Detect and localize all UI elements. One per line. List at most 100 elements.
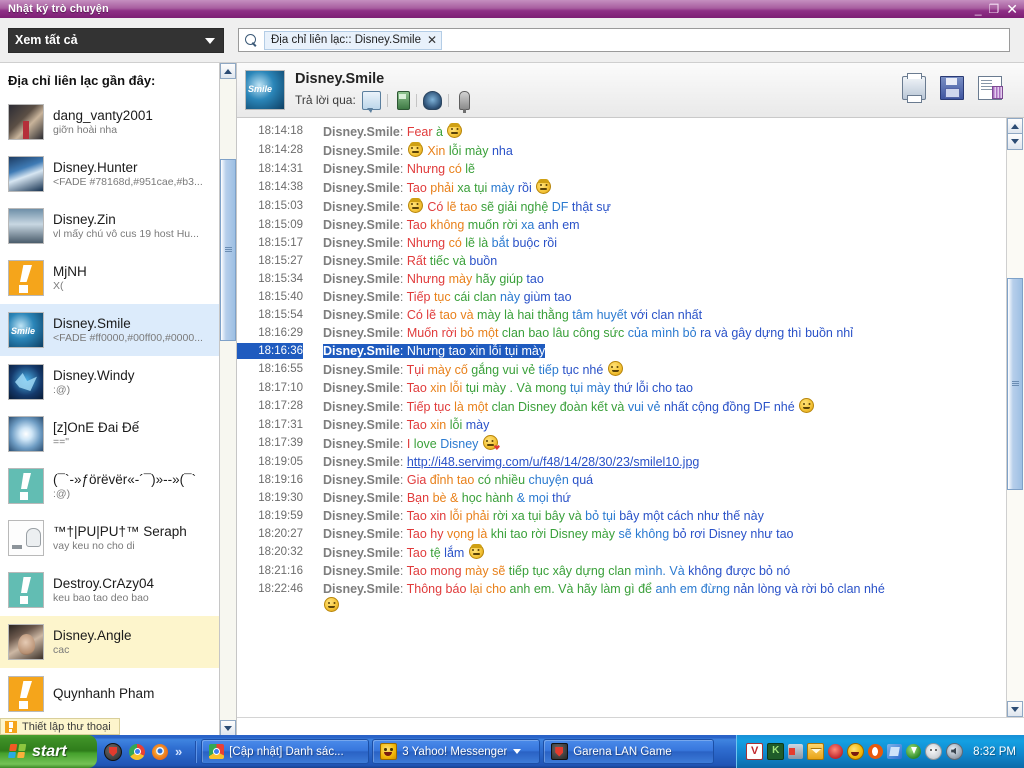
- message-row[interactable]: 18:16:36 Disney.Smile: Nhưng tao xin lỗi …: [237, 342, 1024, 360]
- message-link[interactable]: http://i48.servimg.com/u/f48/14/28/30/23…: [407, 455, 700, 469]
- scroll-up-button[interactable]: [1007, 118, 1023, 134]
- taskbar-button[interactable]: Garena LAN Game: [543, 739, 715, 764]
- message-row[interactable]: 18:20:32 Disney.Smile: Tao tệ lắm: [237, 543, 1024, 562]
- contact-list-item[interactable]: dang_vanty2001 giỡn hoài nha: [0, 96, 236, 148]
- garena-icon[interactable]: [104, 742, 122, 761]
- contacts-sidebar: Địa chỉ liên lạc gần đây: dang_vanty2001…: [0, 63, 237, 735]
- save-icon[interactable]: [940, 76, 964, 100]
- contact-list-item[interactable]: MjNH X(: [0, 252, 236, 304]
- contact-list-item[interactable]: Quynhanh Pham: [0, 668, 236, 720]
- contact-list-item[interactable]: Disney.Hunter <FADE #78168d,#951cae,#b3..…: [0, 148, 236, 200]
- yahoo-icon[interactable]: [847, 743, 865, 760]
- message-scrollbar[interactable]: [1006, 118, 1024, 717]
- clock[interactable]: 8:32 PM: [973, 746, 1016, 758]
- message-text: và: [611, 400, 628, 414]
- chrome-icon[interactable]: [129, 743, 145, 760]
- contact-list-item[interactable]: [z]OnE Đai Đế ==": [0, 408, 236, 460]
- message-timestamp: 18:14:31: [258, 163, 303, 175]
- windows-icon[interactable]: [887, 744, 903, 759]
- scroll-up-button-secondary[interactable]: [1007, 134, 1023, 150]
- contact-list-item[interactable]: (¯`-»ƒörëvër«-´¯)»--»(¯`:@): [0, 460, 236, 512]
- message-icon[interactable]: [361, 90, 381, 113]
- sidebar-scrollbar[interactable]: [219, 63, 236, 735]
- message-text: giúp: [499, 272, 527, 286]
- close-icon[interactable]: ✕: [1006, 2, 1018, 16]
- message-text: clan: [501, 326, 529, 340]
- contact-list-item[interactable]: Destroy.CrAzy04 keu bao tao deo bao: [0, 564, 236, 616]
- drop-icon[interactable]: [828, 744, 844, 759]
- taskbar-button[interactable]: [Cập nhật] Danh sác...: [201, 739, 370, 764]
- volume-icon[interactable]: [946, 743, 964, 760]
- search-input[interactable]: Địa chỉ liên lạc:: Disney.Smile ✕: [238, 28, 1010, 52]
- contact-list-item[interactable]: Disney.Smile<FADE #ff0000,#00ff00,#0000.…: [0, 304, 236, 356]
- opera-icon[interactable]: [868, 744, 884, 759]
- view-filter-dropdown[interactable]: Xem tất cả: [8, 27, 224, 53]
- message-list[interactable]: 18:14:18 Disney.Smile: Fear à 18:14:28 Dis…: [237, 118, 1024, 717]
- mobile-icon[interactable]: [396, 90, 410, 110]
- webcam-icon[interactable]: [422, 90, 442, 110]
- message-text: cho tao: [651, 381, 693, 395]
- network-icon[interactable]: [788, 744, 804, 759]
- message-text: bỏ: [672, 527, 691, 541]
- message-row[interactable]: 18:20:27 Disney.Smile: Tao hy vọng là khi…: [237, 525, 1024, 543]
- mail-icon[interactable]: [807, 743, 825, 760]
- kaspersky-icon[interactable]: [767, 743, 785, 760]
- message-row[interactable]: 18:15:27 Disney.Smile: Rất tiếc và buồn: [237, 252, 1024, 270]
- message-text: tụi: [465, 381, 483, 395]
- taskbar-button[interactable]: 3 Yahoo! Messenger: [372, 739, 541, 764]
- message-row[interactable]: 18:15:03 Disney.Smile: Có lẽ tao sẽ giải …: [237, 197, 1024, 216]
- message-text: mày: [586, 381, 614, 395]
- microphone-icon[interactable]: [458, 90, 470, 113]
- message-row[interactable]: 18:21:16 Disney.Smile: Tao mong mày sẽ ti…: [237, 562, 1024, 580]
- contact-list-item[interactable]: Disney.Zin vl mấy chú vô cus 19 host Hu..…: [0, 200, 236, 252]
- message-row[interactable]: 18:19:05 Disney.Smile: http://i48.servimg…: [237, 453, 1024, 471]
- maximize-icon[interactable]: ❐: [989, 3, 1000, 15]
- message-row[interactable]: 18:14:31 Disney.Smile: Nhưng có lẽ: [237, 160, 1024, 178]
- scrollbar-thumb[interactable]: [220, 159, 236, 341]
- message-row[interactable]: 18:15:17 Disney.Smile: Nhưng có lẽ là bắt…: [237, 234, 1024, 252]
- message-row[interactable]: 18:16:29 Disney.Smile: Muốn rời bỏ một cl…: [237, 324, 1024, 342]
- contact-list-item[interactable]: Disney.Windy:@): [0, 356, 236, 408]
- message-row[interactable]: 18:19:59 Disney.Smile: Tao xin lỗi phải r…: [237, 507, 1024, 525]
- message-timestamp: 18:17:39: [258, 437, 303, 449]
- message-row[interactable]: 18:15:40 Disney.Smile: Tiếp tục cái clan …: [237, 288, 1024, 306]
- search-filter-chip[interactable]: Địa chỉ liên lạc:: Disney.Smile ✕: [264, 30, 443, 50]
- message-text: clan nhất: [651, 308, 703, 322]
- message-row[interactable]: 18:14:38 Disney.Smile: Tao phải xa tụi mà…: [237, 178, 1024, 197]
- message-separator: :: [399, 344, 407, 358]
- message-text: cách: [667, 509, 698, 523]
- contact-list-item[interactable]: ™†|PU|PU†™ Seraph vay keu no cho di: [0, 512, 236, 564]
- scroll-up-button[interactable]: [220, 63, 236, 79]
- message-row[interactable]: 18:16:55 Disney.Smile: Tụi mày cố gắng vu…: [237, 360, 1024, 379]
- download-icon[interactable]: [906, 744, 922, 759]
- message-row[interactable]: 18:19:16 Disney.Smile: Gia đỉnh tao có nh…: [237, 471, 1024, 489]
- minimize-icon[interactable]: _: [975, 3, 982, 15]
- message-row[interactable]: 18:17:31 Disney.Smile: Tao xin lỗi mày: [237, 416, 1024, 434]
- print-icon[interactable]: [902, 73, 926, 103]
- contact-list-item[interactable]: Disney.Angle cac: [0, 616, 236, 668]
- scroll-down-button[interactable]: [220, 720, 236, 735]
- message-row[interactable]: 18:22:46 Disney.Smile: Thông báo lại cho …: [237, 580, 1024, 615]
- message-row[interactable]: 18:15:09 Disney.Smile: Tao không muốn rời…: [237, 216, 1024, 234]
- scroll-down-button[interactable]: [1007, 701, 1023, 717]
- start-button[interactable]: start: [0, 735, 97, 768]
- message-row[interactable]: 18:14:28 Disney.Smile: Xin lỗi mày nha: [237, 141, 1024, 160]
- scrollbar-thumb[interactable]: [1007, 278, 1023, 490]
- message-row[interactable]: 18:15:54 Disney.Smile: Có lẽ tao và mày l…: [237, 306, 1024, 324]
- message-sender: Disney.Smile: [323, 144, 400, 158]
- delete-icon[interactable]: [978, 76, 1003, 100]
- quick-launch-more[interactable]: »: [175, 744, 182, 759]
- chevron-down-icon[interactable]: [513, 749, 522, 754]
- v-icon[interactable]: V: [746, 743, 764, 760]
- face-icon[interactable]: [925, 743, 943, 760]
- message-row[interactable]: 18:17:39 Disney.Smile: I love Disney: [237, 434, 1024, 453]
- message-text: Nhưng tao xin lỗi tụi mày: [406, 344, 546, 358]
- message-row[interactable]: 18:15:34 Disney.Smile: Nhưng mày hãy giúp…: [237, 270, 1024, 288]
- message-row[interactable]: 18:17:28 Disney.Smile: Tiếp tục là một cl…: [237, 397, 1024, 416]
- close-icon[interactable]: ✕: [427, 33, 437, 47]
- contact-name: Disney.Smile: [53, 315, 131, 331]
- firefox-icon[interactable]: [152, 743, 168, 760]
- message-row[interactable]: 18:19:30 Disney.Smile: Bạn bè & học hành …: [237, 489, 1024, 507]
- message-row[interactable]: 18:17:10 Disney.Smile: Tao xin lỗi tụi mà…: [237, 379, 1024, 397]
- message-row[interactable]: 18:14:18 Disney.Smile: Fear à: [237, 122, 1024, 141]
